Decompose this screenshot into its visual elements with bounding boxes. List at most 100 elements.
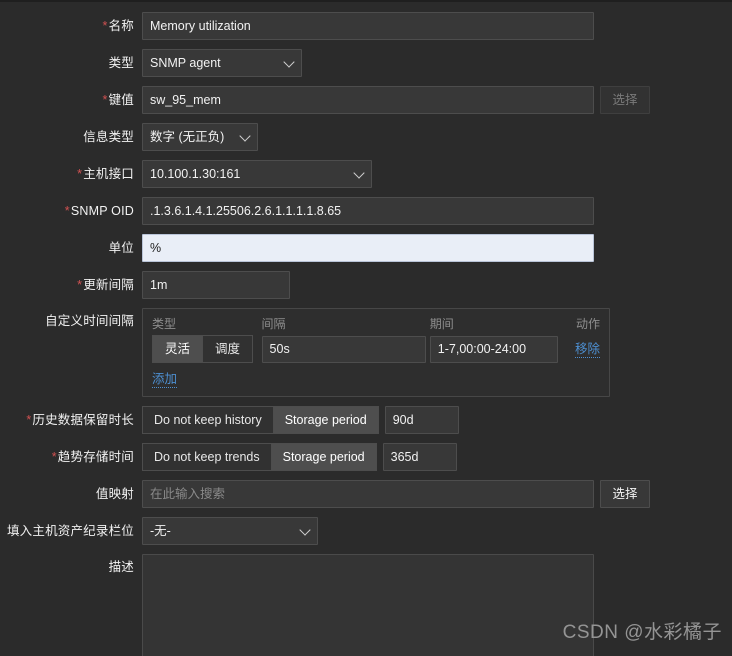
- key-input[interactable]: [142, 86, 594, 114]
- label-value-map: 值映射: [0, 480, 142, 508]
- value-type-select-value: 数字 (无正负): [150, 130, 225, 144]
- chevron-down-icon: [283, 56, 295, 68]
- host-interface-select-value: 10.100.1.30:161: [150, 167, 241, 181]
- form-row-custom-intervals: 自定义时间间隔 类型 间隔 期间 动作 灵活 调度 50s 1-7,00:00-…: [0, 308, 732, 397]
- custom-interval-type-toggle: 灵活 调度: [152, 335, 262, 363]
- value-map-select-button[interactable]: 选择: [600, 480, 650, 508]
- label-inventory-field: 填入主机资产纪录栏位: [0, 517, 142, 545]
- form-row-name: *名称: [0, 12, 732, 40]
- custom-interval-remove-link[interactable]: 移除: [574, 342, 600, 358]
- form-row-host-interface: *主机接口 10.100.1.30:161: [0, 160, 732, 188]
- column-header-type: 类型: [152, 317, 177, 331]
- label-snmp-oid-text: SNMP OID: [70, 204, 134, 218]
- custom-intervals-header: 类型 间隔 期间 动作: [152, 315, 600, 333]
- label-host-interface: *主机接口: [0, 160, 142, 188]
- label-units: 单位: [0, 234, 142, 262]
- label-value-type-text: 信息类型: [83, 130, 134, 144]
- custom-interval-action-cell: 移除: [561, 340, 600, 358]
- value-type-select[interactable]: 数字 (无正负): [142, 123, 258, 151]
- label-inventory-field-text: 填入主机资产纪录栏位: [6, 524, 134, 538]
- field-cell-host-interface: 10.100.1.30:161: [142, 160, 372, 188]
- required-asterisk-update-interval: *: [77, 278, 83, 292]
- label-custom-intervals: 自定义时间间隔: [0, 308, 142, 334]
- value-map-input[interactable]: [142, 480, 594, 508]
- chevron-down-icon: [239, 130, 251, 142]
- snmp-oid-input[interactable]: [142, 197, 594, 225]
- label-type-text: 类型: [108, 56, 134, 70]
- required-asterisk-host-interface: *: [77, 167, 83, 181]
- units-input[interactable]: [142, 234, 594, 262]
- trends-mode-toggle: Do not keep trends Storage period: [142, 443, 377, 471]
- label-value-map-text: 值映射: [95, 487, 134, 501]
- history-option-do-not-keep[interactable]: Do not keep history: [142, 406, 273, 434]
- update-interval-input[interactable]: [142, 271, 290, 299]
- form-row-value-type: 信息类型 数字 (无正负): [0, 123, 732, 151]
- form-row-inventory-field: 填入主机资产纪录栏位 -无-: [0, 517, 732, 545]
- trends-period-input[interactable]: [382, 443, 457, 471]
- required-asterisk-snmp-oid: *: [64, 204, 70, 218]
- name-input[interactable]: [142, 12, 594, 40]
- label-trends-text: 趋势存储时间: [57, 450, 134, 464]
- required-asterisk-history: *: [26, 413, 32, 427]
- item-edit-form: *名称 类型 SNMP agent *键值 选择 信息类型: [0, 0, 732, 656]
- form-row-update-interval: *更新间隔: [0, 271, 732, 299]
- form-row-history: *历史数据保留时长 Do not keep history Storage pe…: [0, 406, 732, 434]
- form-row-trends: *趋势存储时间 Do not keep trends Storage perio…: [0, 443, 732, 471]
- history-period-input[interactable]: [384, 406, 459, 434]
- form-row-value-map: 值映射 选择: [0, 480, 732, 508]
- custom-interval-period-input[interactable]: [429, 335, 558, 363]
- type-select-value: SNMP agent: [150, 56, 221, 70]
- label-key: *键值: [0, 86, 142, 114]
- field-cell-value-type: 数字 (无正负): [142, 123, 258, 151]
- form-row-key: *键值 选择: [0, 86, 732, 114]
- custom-interval-interval-input[interactable]: [261, 335, 426, 363]
- custom-interval-type-flexible[interactable]: 灵活: [152, 335, 203, 363]
- chevron-down-icon: [353, 167, 365, 179]
- trends-option-do-not-keep[interactable]: Do not keep trends: [142, 443, 271, 471]
- form-row-type: 类型 SNMP agent: [0, 49, 732, 77]
- label-units-text: 单位: [108, 241, 134, 255]
- inventory-field-select[interactable]: -无-: [142, 517, 318, 545]
- custom-interval-interval-cell: [261, 335, 430, 363]
- field-cell-custom-intervals: 类型 间隔 期间 动作 灵活 调度 50s 1-7,00:00-24:00 移除…: [142, 308, 610, 397]
- column-header-action: 动作: [575, 317, 600, 331]
- form-row-snmp-oid: *SNMP OID: [0, 197, 732, 225]
- field-cell-name: [142, 12, 594, 40]
- key-select-button[interactable]: 选择: [600, 86, 650, 114]
- form-row-description: 描述: [0, 554, 732, 656]
- field-cell-key: 选择: [142, 86, 650, 114]
- history-mode-toggle: Do not keep history Storage period: [142, 406, 379, 434]
- custom-interval-type-cell: 灵活 调度: [152, 335, 262, 363]
- history-option-storage-period[interactable]: Storage period: [272, 406, 379, 434]
- label-name-text: 名称: [108, 19, 134, 33]
- label-trends: *趋势存储时间: [0, 443, 142, 471]
- custom-intervals-add-link[interactable]: 添加: [152, 372, 178, 388]
- type-select[interactable]: SNMP agent: [142, 49, 302, 77]
- trends-option-storage-period[interactable]: Storage period: [270, 443, 377, 471]
- label-description: 描述: [0, 554, 142, 580]
- field-cell-value-map: 选择: [142, 480, 650, 508]
- label-snmp-oid: *SNMP OID: [0, 197, 142, 225]
- field-cell-update-interval: [142, 271, 290, 299]
- host-interface-select[interactable]: 10.100.1.30:161: [142, 160, 372, 188]
- field-cell-description: [142, 554, 594, 656]
- column-header-period: 期间: [429, 317, 454, 331]
- field-cell-inventory-field: -无-: [142, 517, 318, 545]
- custom-interval-row: 灵活 调度 移除: [152, 335, 600, 363]
- field-cell-history: Do not keep history Storage period: [142, 406, 459, 434]
- column-header-interval: 间隔: [261, 317, 286, 331]
- label-type: 类型: [0, 49, 142, 77]
- field-cell-units: [142, 234, 594, 262]
- label-history-text: 历史数据保留时长: [32, 413, 134, 427]
- field-cell-type: SNMP agent: [142, 49, 302, 77]
- label-value-type: 信息类型: [0, 123, 142, 151]
- label-history: *历史数据保留时长: [0, 406, 142, 434]
- custom-interval-type-scheduling[interactable]: 调度: [202, 335, 254, 363]
- description-textarea[interactable]: [142, 554, 594, 656]
- label-update-interval: *更新间隔: [0, 271, 142, 299]
- required-asterisk-name: *: [102, 19, 108, 33]
- label-description-text: 描述: [108, 560, 134, 574]
- required-asterisk-key: *: [102, 93, 108, 107]
- chevron-down-icon: [299, 524, 311, 536]
- label-host-interface-text: 主机接口: [83, 167, 134, 181]
